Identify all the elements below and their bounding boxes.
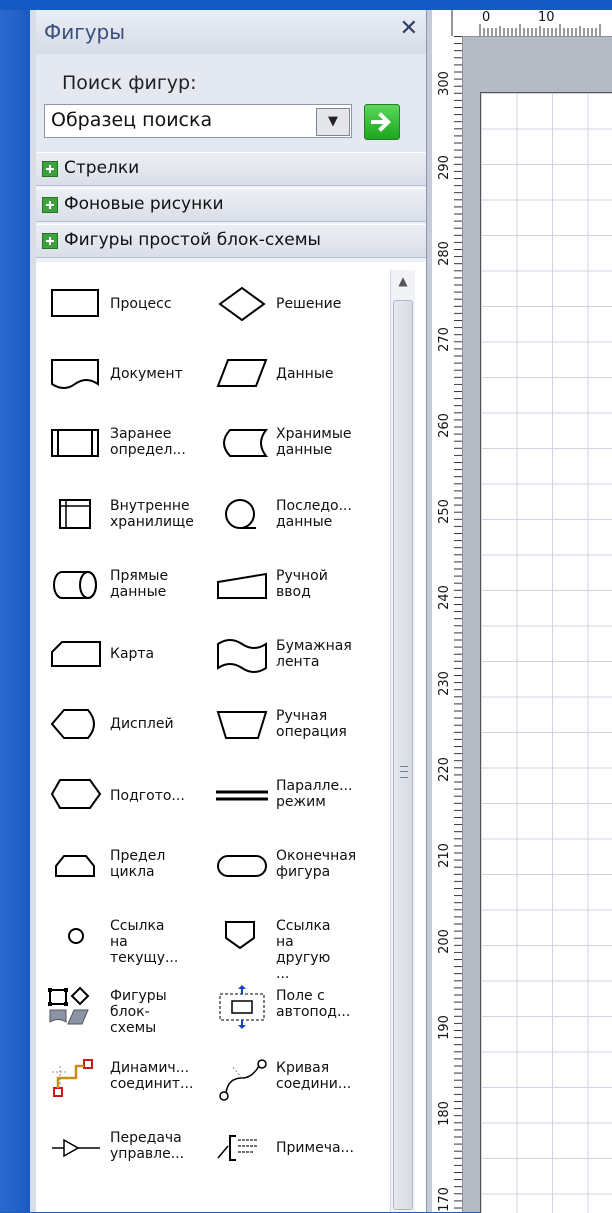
shapes-scrollbar[interactable]: ▲ — [390, 270, 415, 1212]
stencil-basic-flowchart[interactable]: Фигуры простой блок-схемы — [36, 224, 426, 258]
shape-label: Ссылка на другую ... — [276, 918, 331, 982]
shape-label: Ручной ввод — [276, 568, 328, 600]
data-shape-icon — [216, 359, 268, 387]
shape-label: Дисплей — [110, 716, 174, 732]
shape-label: Примеча... — [276, 1140, 354, 1156]
shape-label: Предел цикла — [110, 848, 166, 880]
shape-label: Документ — [110, 366, 183, 382]
horizontal-ruler: 0 10 — [432, 10, 612, 37]
vertical-ruler: 300 290 280 270 260 250 240 230 220 210 … — [432, 36, 463, 1212]
search-area: Поиск фигур: Образец поиска ▼ — [36, 54, 426, 152]
stencil-expand-icon — [42, 197, 58, 213]
ruler-label: 270 — [436, 327, 452, 352]
shape-label: Фигуры блок-схемы — [110, 988, 167, 1036]
ruler-ticks — [451, 10, 601, 36]
scroll-up-arrow-icon[interactable]: ▲ — [391, 270, 415, 292]
search-go-button[interactable] — [364, 104, 400, 140]
shape-label: Поле с автопод... — [276, 988, 351, 1020]
stencil-arrows[interactable]: Стрелки — [36, 152, 426, 186]
shape-label: Динамич... соединит... — [110, 1060, 194, 1092]
drawing-page[interactable] — [480, 92, 612, 1213]
shape-label: Процесс — [110, 296, 172, 312]
ruler-label: 0 — [482, 10, 491, 25]
loop-limit-icon — [55, 855, 95, 877]
shape-label: Передача управле... — [110, 1130, 185, 1162]
shape-label: Оконечная фигура — [276, 848, 357, 880]
shape-label: Данные — [276, 366, 334, 382]
close-icon[interactable]: ✕ — [400, 16, 418, 41]
display-shape-icon — [50, 709, 95, 739]
search-dropdown-button[interactable]: ▼ — [316, 108, 350, 136]
shape-label: Ссылка на текущу... — [110, 918, 179, 966]
dynamic-connector-icon — [52, 1059, 93, 1097]
window-left-edge — [0, 10, 30, 1212]
control-transfer-icon — [52, 1138, 100, 1158]
on-page-reference-icon — [68, 928, 84, 944]
shape-label: Карта — [110, 646, 155, 662]
decision-shape-icon — [218, 286, 266, 322]
manual-operation-icon — [216, 711, 268, 739]
shape-label: Прямые данные — [110, 568, 169, 600]
shapes-panel: Фигуры ✕ Поиск фигур: Образец поиска ▼ С… — [36, 10, 426, 1212]
stored-data-icon — [223, 429, 269, 457]
grip-icon — [400, 766, 408, 778]
search-label: Поиск фигур: — [62, 72, 197, 94]
stencil-label: Фигуры простой блок-схемы — [64, 230, 321, 250]
paper-tape-icon — [217, 639, 267, 673]
shape-label: Паралле... режим — [276, 778, 353, 810]
stencil-expand-icon — [42, 161, 58, 177]
ruler-label: 300 — [436, 71, 452, 96]
ruler-label: 240 — [436, 585, 452, 610]
sequential-data-icon — [225, 499, 256, 529]
ruler-label: 180 — [436, 1101, 452, 1126]
predefined-process-icon — [51, 429, 99, 457]
scrollbar-thumb[interactable] — [393, 300, 413, 1210]
ruler-label: 10 — [538, 10, 555, 25]
preparation-shape-icon — [50, 779, 102, 809]
stencil-label: Стрелки — [64, 158, 140, 178]
window-top-strip — [0, 0, 612, 10]
shape-label: Заранее определ... — [110, 426, 186, 458]
ruler-label: 230 — [436, 671, 452, 696]
auto-height-box-icon — [219, 985, 265, 1029]
search-input[interactable]: Образец поиска — [44, 104, 352, 138]
stencil-expand-icon — [42, 233, 58, 249]
document-shape-icon — [51, 359, 99, 389]
shape-label: Решение — [276, 296, 342, 312]
flowchart-shapes-icon — [48, 986, 90, 1025]
panel-header: Фигуры ✕ — [36, 10, 426, 54]
shape-label: Кривая соедини... — [276, 1060, 352, 1092]
process-shape-icon — [51, 289, 99, 317]
shape-label: Последо... данные — [276, 498, 352, 530]
internal-storage-icon — [59, 499, 91, 529]
ruler-label: 200 — [436, 929, 452, 954]
ruler-label: 220 — [436, 757, 452, 782]
stencil-label: Фоновые рисунки — [64, 194, 224, 214]
ruler-label: 190 — [436, 1015, 452, 1040]
shape-label: Ручная операция — [276, 708, 347, 740]
arrow-right-icon — [371, 112, 391, 132]
ruler-label: 210 — [436, 843, 452, 868]
ruler-label: 290 — [436, 155, 452, 180]
card-shape-icon — [51, 641, 101, 667]
curved-connector-icon — [219, 1059, 267, 1101]
terminator-shape-icon — [217, 855, 267, 877]
ruler-label: 280 — [436, 241, 452, 266]
ruler-label: 250 — [436, 499, 452, 524]
shape-label: Хранимые данные — [276, 426, 352, 458]
shape-label: Внутренне хранилище — [110, 498, 194, 530]
shapes-list: Процесс Решение Документ Данные Заранее … — [36, 262, 426, 1212]
ruler-label: 170 — [436, 1187, 452, 1212]
shape-label: Подгото... — [110, 788, 185, 804]
stencil-backgrounds[interactable]: Фоновые рисунки — [36, 188, 426, 222]
ruler-label: 260 — [436, 413, 452, 438]
parallel-mode-icon — [216, 790, 268, 801]
panel-title: Фигуры — [44, 20, 126, 44]
off-page-reference-icon — [225, 921, 255, 950]
shape-label: Бумажная лента — [276, 638, 352, 670]
annotation-icon — [217, 1135, 258, 1161]
direct-data-icon — [53, 571, 97, 599]
manual-input-icon — [217, 572, 267, 599]
